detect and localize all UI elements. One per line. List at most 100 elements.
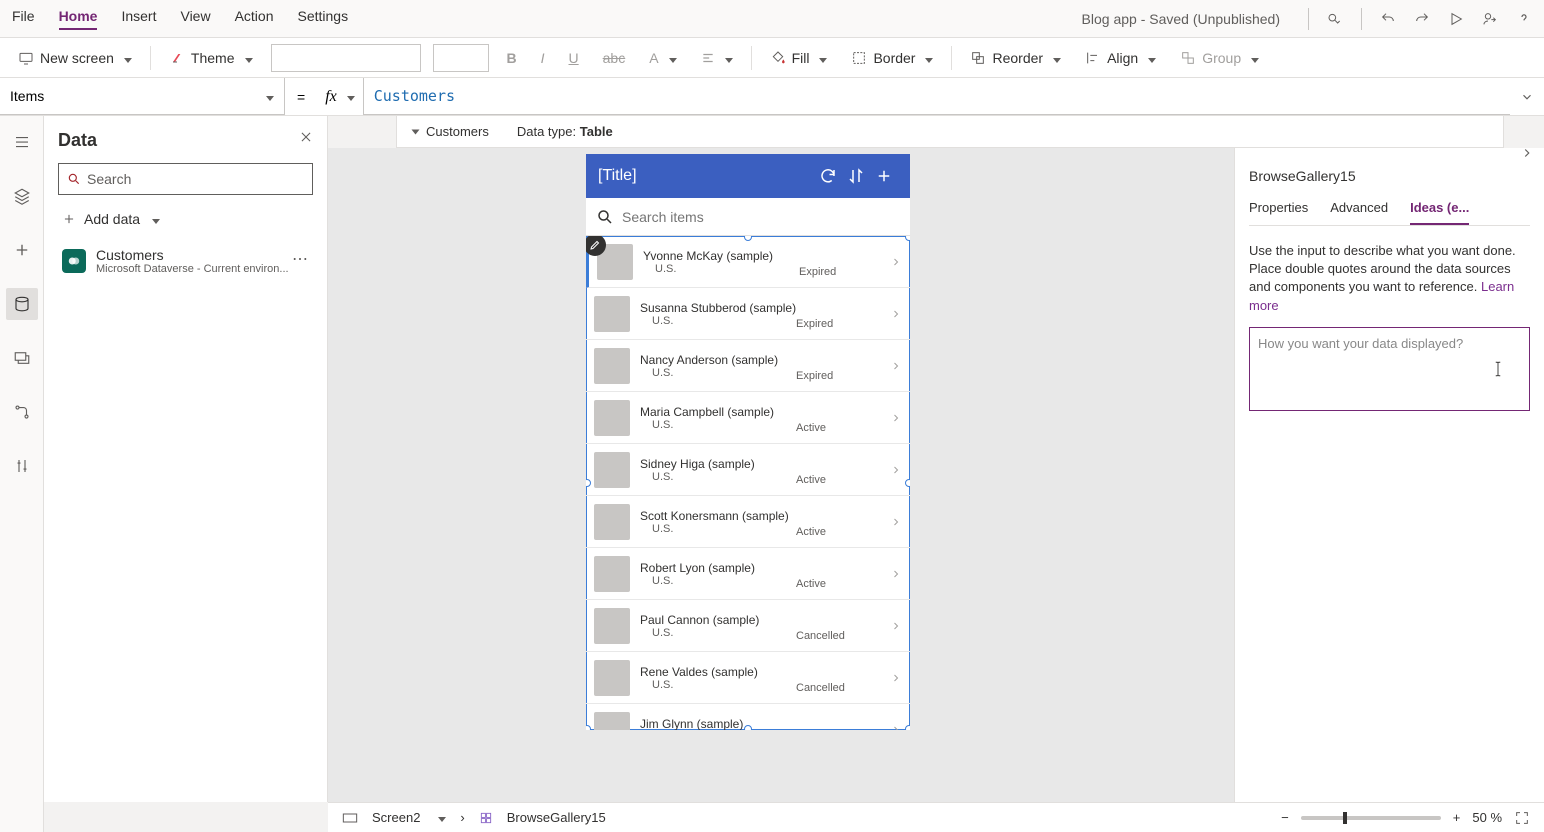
menu-file[interactable]: File	[12, 8, 35, 30]
item-country: U.S.	[652, 367, 880, 379]
data-source-subtitle: Microsoft Dataverse - Current environ...	[96, 263, 289, 275]
zoom-in-button[interactable]: +	[1453, 810, 1461, 825]
item-country: U.S.	[652, 679, 880, 691]
fx-icon[interactable]: fx	[317, 88, 363, 106]
chevron-right-icon	[890, 620, 902, 632]
item-country: U.S.	[652, 575, 880, 587]
chevron-right-icon	[890, 256, 902, 268]
gallery-item[interactable]: Jim Glynn (sample) U.S.	[586, 704, 910, 730]
ideas-help-text: Use the input to describe what you want …	[1249, 242, 1530, 315]
gallery-item[interactable]: Scott Konersmann (sample) U.S. Active	[586, 496, 910, 548]
zoom-value: 50 %	[1472, 810, 1502, 825]
item-name: Susanna Stubberod (sample)	[640, 301, 880, 315]
tools-button[interactable]	[6, 450, 38, 482]
gallery-item[interactable]: Robert Lyon (sample) U.S. Active	[586, 548, 910, 600]
font-family-dropdown[interactable]	[271, 44, 421, 72]
avatar	[594, 712, 630, 731]
data-panel-title: Data	[58, 130, 313, 151]
help-icon[interactable]	[1516, 11, 1532, 27]
undo-icon[interactable]	[1380, 11, 1396, 27]
menu-insert[interactable]: Insert	[121, 8, 156, 30]
item-name: Nancy Anderson (sample)	[640, 353, 880, 367]
ribbon: New screen Theme B I U abc A Fill Border…	[0, 38, 1544, 78]
equals-label: =	[285, 89, 317, 105]
expand-formula-button[interactable]	[1510, 90, 1544, 104]
refresh-icon[interactable]	[814, 167, 842, 185]
formula-input[interactable]: Customers	[363, 78, 1510, 115]
zoom-slider[interactable]	[1301, 816, 1441, 820]
separator	[1361, 8, 1362, 30]
separator	[1308, 8, 1309, 30]
ideas-input[interactable]: How you want your data displayed?	[1249, 327, 1530, 411]
health-icon[interactable]	[1327, 11, 1343, 27]
play-icon[interactable]	[1448, 11, 1464, 27]
menu-action[interactable]: Action	[235, 8, 274, 30]
gallery-item[interactable]: Rene Valdes (sample) U.S. Cancelled	[586, 652, 910, 704]
item-country: U.S.	[652, 627, 880, 639]
add-icon[interactable]	[870, 167, 898, 185]
add-data-button[interactable]: Add data	[58, 205, 313, 233]
reorder-button[interactable]: Reorder	[964, 46, 1067, 70]
fit-screen-button[interactable]	[1514, 810, 1530, 826]
browse-gallery[interactable]: Yvonne McKay (sample) U.S. Expired Susan…	[586, 236, 910, 730]
item-name: Maria Campbell (sample)	[640, 405, 880, 419]
menu-home[interactable]: Home	[59, 8, 98, 30]
menu-settings[interactable]: Settings	[298, 8, 349, 30]
gallery-item[interactable]: Maria Campbell (sample) U.S. Active	[586, 392, 910, 444]
chevron-right-icon	[890, 568, 902, 580]
redo-icon[interactable]	[1414, 11, 1430, 27]
property-selector[interactable]: Items	[0, 78, 285, 115]
data-button[interactable]	[6, 288, 38, 320]
result-name[interactable]: Customers	[413, 124, 489, 139]
zoom-out-button[interactable]: −	[1281, 810, 1289, 825]
item-name: Robert Lyon (sample)	[640, 561, 880, 575]
gallery-item[interactable]: Sidney Higa (sample) U.S. Active	[586, 444, 910, 496]
theme-button[interactable]: Theme	[163, 46, 259, 70]
chevron-right-icon	[890, 724, 902, 731]
tab-properties[interactable]: Properties	[1249, 200, 1308, 225]
item-country: U.S.	[655, 263, 880, 275]
insert-button[interactable]	[6, 234, 38, 266]
menu-bar: FileHomeInsertViewActionSettings Blog ap…	[0, 0, 1544, 38]
gallery-item[interactable]: Susanna Stubberod (sample) U.S. Expired	[586, 288, 910, 340]
layers-button[interactable]	[6, 180, 38, 212]
font-color-button[interactable]: A	[643, 46, 682, 70]
panel-collapse-button[interactable]	[1520, 146, 1534, 160]
share-icon[interactable]	[1482, 11, 1498, 27]
bold-button[interactable]: B	[501, 46, 523, 70]
tab-advanced[interactable]: Advanced	[1330, 200, 1388, 225]
align-button[interactable]: Align	[1079, 46, 1162, 70]
gallery-item[interactable]: Yvonne McKay (sample) U.S. Expired	[586, 236, 910, 288]
item-status: Expired	[796, 370, 833, 382]
flow-button[interactable]	[6, 396, 38, 428]
tab-ideas-e-[interactable]: Ideas (e...	[1410, 200, 1469, 225]
media-button[interactable]	[6, 342, 38, 374]
data-source-more-button[interactable]: ⋯	[292, 249, 309, 269]
border-button[interactable]: Border	[845, 46, 939, 70]
item-status: Cancelled	[796, 682, 845, 694]
font-size-dropdown[interactable]	[433, 44, 489, 72]
data-search-input[interactable]: Search	[58, 163, 313, 195]
app-search-input[interactable]	[622, 209, 900, 225]
menu-view[interactable]: View	[180, 8, 210, 30]
data-source-item[interactable]: Customers Microsoft Dataverse - Current …	[58, 241, 313, 281]
new-screen-button[interactable]: New screen	[12, 46, 138, 70]
text-cursor-icon	[1489, 358, 1507, 380]
text-align-button[interactable]	[695, 46, 739, 70]
italic-button[interactable]: I	[535, 46, 551, 70]
close-panel-button[interactable]	[299, 130, 313, 144]
app-header: [Title]	[586, 154, 910, 198]
strikethrough-button[interactable]: abc	[597, 46, 632, 70]
fill-button[interactable]: Fill	[764, 46, 834, 70]
gallery-item[interactable]: Paul Cannon (sample) U.S. Cancelled	[586, 600, 910, 652]
item-name: Rene Valdes (sample)	[640, 665, 880, 679]
underline-button[interactable]: U	[563, 46, 585, 70]
tree-view-button[interactable]	[6, 126, 38, 158]
group-button[interactable]: Group	[1174, 46, 1265, 70]
item-status: Active	[796, 526, 826, 538]
status-screen[interactable]: Screen2	[372, 810, 420, 825]
item-status: Expired	[796, 318, 833, 330]
sort-icon[interactable]	[842, 167, 870, 185]
status-selection[interactable]: BrowseGallery15	[507, 810, 606, 825]
gallery-item[interactable]: Nancy Anderson (sample) U.S. Expired	[586, 340, 910, 392]
